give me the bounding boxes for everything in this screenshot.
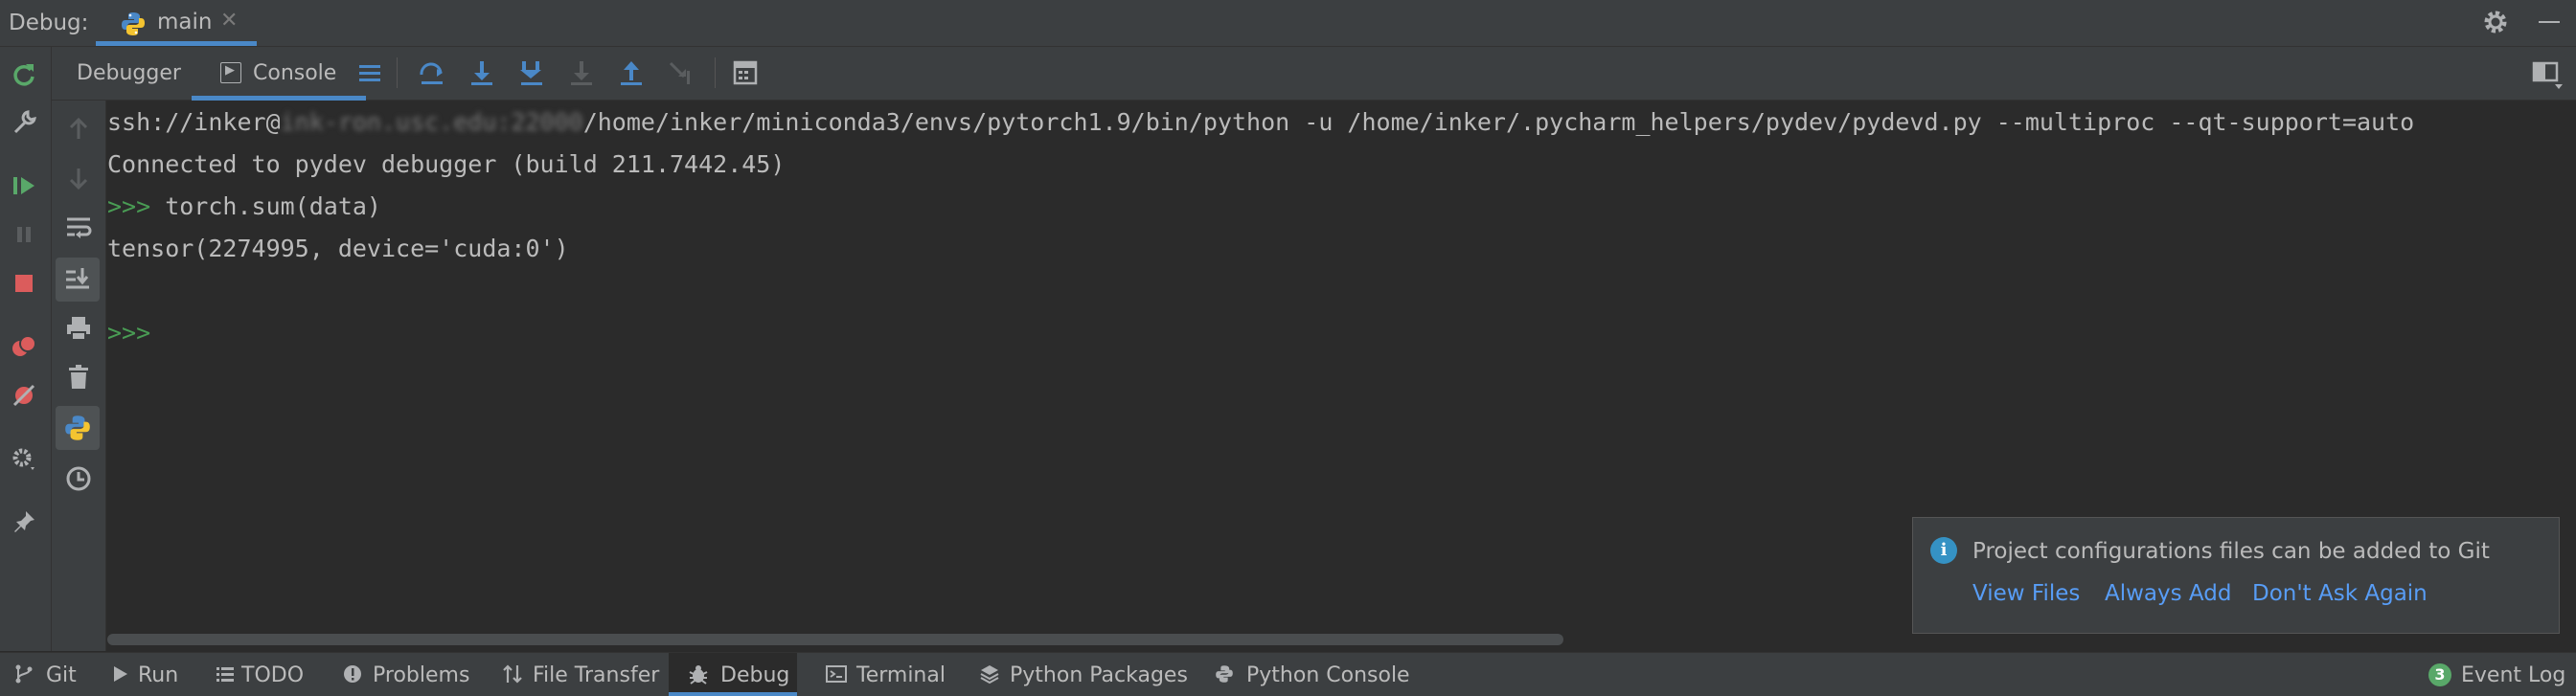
active-tab-indicator bbox=[669, 692, 797, 696]
active-tab-indicator bbox=[96, 41, 257, 46]
console-text: /home/inker/miniconda3/envs/pytorch1.9/b… bbox=[582, 108, 2415, 136]
run-icon bbox=[114, 666, 127, 682]
event-count-badge: 3 bbox=[2428, 663, 2451, 686]
tab-console-label: Console bbox=[253, 61, 337, 85]
menu-icon[interactable] bbox=[354, 57, 385, 88]
view-breakpoints-icon[interactable] bbox=[10, 332, 38, 361]
tab-main-label: main bbox=[157, 10, 213, 34]
tool-window-title: Debug: bbox=[9, 11, 89, 35]
always-add-link[interactable]: Always Add bbox=[2105, 581, 2231, 606]
console-line: Connected to pydev debugger (build 211.7… bbox=[107, 150, 786, 178]
bottom-tab-label: Problems bbox=[373, 663, 470, 687]
bottom-tab-python-packages[interactable]: Python Packages bbox=[977, 653, 1188, 696]
bottom-tab-label: TODO bbox=[241, 663, 305, 687]
layout-settings-icon[interactable] bbox=[2532, 59, 2565, 92]
rerun-icon[interactable] bbox=[10, 60, 38, 89]
bottom-tab-git[interactable]: Git bbox=[10, 653, 81, 696]
scroll-to-end-icon bbox=[66, 268, 89, 289]
wrench-icon[interactable] bbox=[10, 108, 38, 137]
transfer-arrows-icon bbox=[503, 664, 522, 684]
python-icon bbox=[122, 12, 145, 35]
console-line: >>> torch.sum(data) bbox=[107, 192, 381, 220]
step-out-icon[interactable] bbox=[616, 57, 647, 88]
show-variables-toggle[interactable] bbox=[56, 406, 100, 450]
toolbar-separator bbox=[715, 57, 716, 88]
tab-console[interactable]: Console bbox=[192, 47, 336, 100]
bug-icon bbox=[689, 665, 708, 685]
bottom-tab-label: Python Console bbox=[1246, 663, 1410, 687]
soft-wrap-icon[interactable] bbox=[63, 212, 94, 242]
dont-ask-again-link[interactable]: Don't Ask Again bbox=[2252, 581, 2428, 606]
notification-message: Project configurations files can be adde… bbox=[1972, 539, 2490, 564]
console-icon bbox=[220, 62, 241, 83]
bottom-tab-label: Terminal bbox=[856, 663, 946, 687]
console-command: torch.sum(data) bbox=[150, 192, 381, 220]
mute-breakpoints-icon[interactable] bbox=[10, 381, 38, 410]
bottom-tab-label: Debug bbox=[720, 663, 790, 687]
pause-icon[interactable] bbox=[10, 220, 38, 249]
bottom-tab-file-transfer[interactable]: File Transfer bbox=[498, 653, 659, 696]
bottom-tab-debug[interactable]: Debug bbox=[669, 653, 797, 696]
stop-icon[interactable] bbox=[10, 269, 38, 298]
gear-icon[interactable] bbox=[2481, 8, 2510, 36]
console-input-prompt[interactable]: >>> bbox=[107, 319, 150, 347]
masked-host: ink-ron.usc.edu:22000 bbox=[280, 108, 583, 136]
console-text: ssh://inker@ bbox=[107, 108, 281, 136]
toolbar-separator bbox=[397, 57, 398, 88]
horizontal-scrollbar[interactable] bbox=[107, 634, 1563, 645]
bottom-tab-label: File Transfer bbox=[533, 663, 660, 687]
tool-window-bar: Git Run TODO Problems File Transfer Debu… bbox=[0, 652, 2576, 696]
bottom-tab-todo[interactable]: TODO bbox=[211, 653, 307, 696]
bottom-tab-label: Run bbox=[138, 663, 179, 687]
git-branch-icon bbox=[15, 664, 33, 684]
console-prompt: >>> bbox=[107, 192, 151, 220]
history-icon[interactable] bbox=[63, 463, 94, 494]
bottom-tab-run[interactable]: Run bbox=[105, 653, 182, 696]
tool-window-header bbox=[0, 0, 2576, 47]
force-step-into-icon[interactable] bbox=[566, 57, 597, 88]
problems-icon bbox=[344, 665, 361, 683]
run-to-cursor-icon[interactable] bbox=[666, 57, 696, 88]
step-over-icon[interactable] bbox=[417, 57, 447, 88]
bottom-tab-label: Git bbox=[46, 663, 77, 687]
python-variables-icon bbox=[65, 415, 90, 440]
close-icon[interactable]: ✕ bbox=[220, 9, 238, 33]
bottom-tab-label: Event Log bbox=[2461, 663, 2566, 687]
terminal-icon bbox=[826, 665, 847, 683]
bottom-tab-problems[interactable]: Problems bbox=[340, 653, 474, 696]
bottom-tab-event-log[interactable]: 3 Event Log bbox=[2428, 653, 2565, 696]
step-into-my-code-icon[interactable] bbox=[516, 57, 547, 88]
tab-main[interactable]: main ✕ bbox=[96, 0, 257, 46]
notification-balloon: i Project configurations files can be ad… bbox=[1912, 517, 2560, 634]
debug-actions-toolbar bbox=[0, 47, 52, 651]
bottom-tab-terminal[interactable]: Terminal bbox=[824, 653, 958, 696]
resume-icon[interactable] bbox=[10, 171, 38, 200]
pin-icon[interactable] bbox=[10, 507, 38, 536]
info-icon: i bbox=[1930, 537, 1957, 564]
bottom-tab-label: Python Packages bbox=[1010, 663, 1188, 687]
evaluate-expression-icon[interactable] bbox=[730, 57, 761, 88]
bottom-tab-python-console[interactable]: Python Console bbox=[1212, 653, 1410, 696]
step-into-icon[interactable] bbox=[467, 57, 497, 88]
arrow-down-icon[interactable] bbox=[63, 163, 94, 193]
tab-debugger[interactable]: Debugger bbox=[77, 61, 181, 85]
print-icon[interactable] bbox=[63, 313, 94, 344]
minimize-icon[interactable] bbox=[2539, 9, 2560, 34]
settings-icon[interactable] bbox=[10, 444, 38, 473]
scroll-to-end-toggle[interactable] bbox=[56, 258, 100, 302]
layers-icon bbox=[980, 665, 999, 685]
arrow-up-icon[interactable] bbox=[63, 114, 94, 145]
todo-list-icon bbox=[217, 667, 234, 682]
console-line: tensor(2274995, device='cuda:0') bbox=[107, 235, 569, 262]
python-console-icon bbox=[1216, 665, 1233, 683]
console-line: ssh://inker@ink-ron.usc.edu:22000/home/i… bbox=[107, 108, 2414, 136]
view-files-link[interactable]: View Files bbox=[1972, 581, 2080, 606]
trash-icon[interactable] bbox=[63, 362, 94, 393]
